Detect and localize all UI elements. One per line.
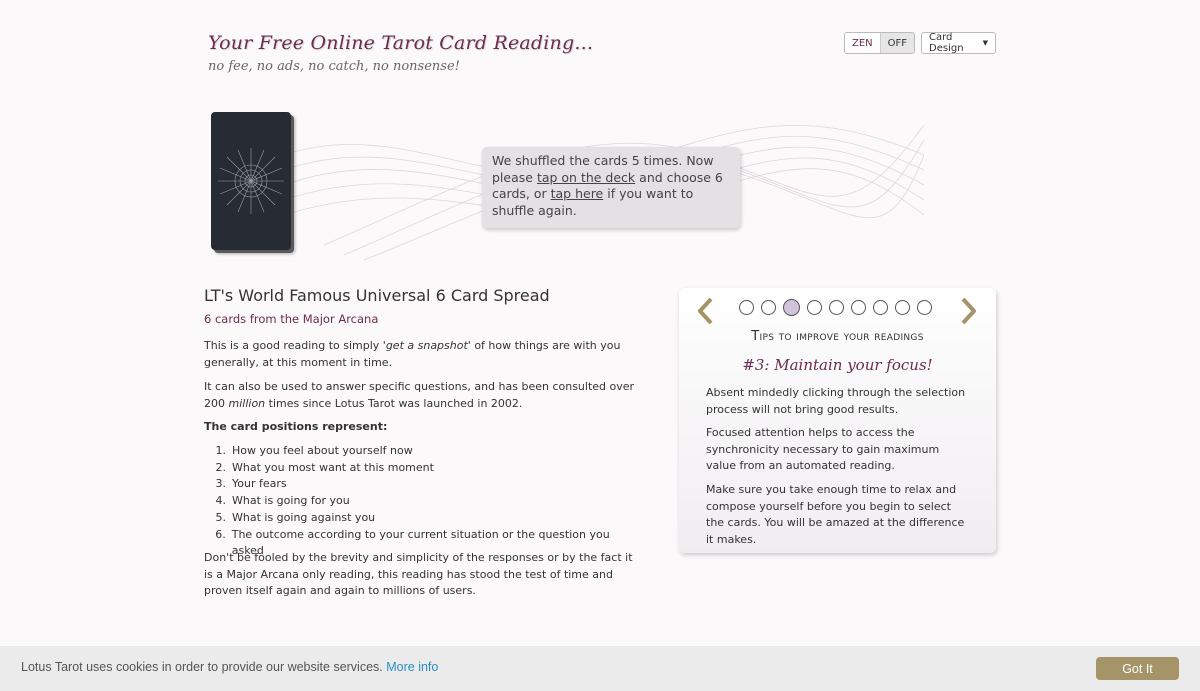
site-tagline: no fee, no ads, no catch, no nonsense! xyxy=(208,59,460,74)
carousel-dot[interactable] xyxy=(761,300,776,315)
item-text: What you most want at this moment xyxy=(232,460,434,474)
item-text: What is going against you xyxy=(232,510,376,524)
text: This is a good reading to simply xyxy=(204,339,383,352)
tips-heading: Tips to improve your readings xyxy=(751,329,924,344)
carousel-dot[interactable] xyxy=(829,300,844,315)
carousel-dot[interactable] xyxy=(851,300,866,315)
usage-paragraph: It can also be used to answer specific q… xyxy=(204,379,640,412)
tip-paragraph: Make sure you take enough time to relax … xyxy=(706,483,965,547)
positions-list: 1. How you feel about yourself now 2. What… xyxy=(204,443,640,560)
item-text: What is going for you xyxy=(232,494,350,508)
item-number: 5. xyxy=(215,510,227,524)
carousel-dot[interactable] xyxy=(917,300,932,315)
list-item: 1. How you feel about yourself now xyxy=(204,443,640,460)
cookie-message: Lotus Tarot uses cookies in order to pro… xyxy=(21,660,438,674)
item-number: 4. xyxy=(215,494,227,508)
zen-toggle[interactable]: ZEN OFF xyxy=(844,32,916,54)
emphasis: 'get a snapshot' xyxy=(382,339,471,352)
list-item: 5. What is going against you xyxy=(204,510,640,527)
item-number: 3. xyxy=(215,477,227,491)
carousel-dots xyxy=(739,299,932,316)
reshuffle-link[interactable]: tap here xyxy=(551,186,604,201)
item-text: How you feel about yourself now xyxy=(232,444,413,457)
sunburst-icon xyxy=(218,148,284,214)
text: times since Lotus Tarot was launched in … xyxy=(265,396,523,410)
tip-title: #3: Maintain your focus! xyxy=(742,356,933,374)
zen-label[interactable]: ZEN xyxy=(845,33,880,53)
carousel-dot[interactable] xyxy=(807,300,822,315)
cookie-banner: Lotus Tarot uses cookies in order to pro… xyxy=(0,646,1200,691)
list-item: 3. Your fears xyxy=(204,476,640,493)
item-text: Your fears xyxy=(232,477,287,491)
card-back[interactable] xyxy=(211,112,291,250)
card-design-dropdown[interactable]: Card Design ▼ xyxy=(921,32,996,54)
list-item: 2. What you most want at this moment xyxy=(204,460,640,477)
carousel-dot[interactable] xyxy=(739,300,754,315)
chevron-right-icon[interactable] xyxy=(959,296,979,326)
cookie-text: Lotus Tarot uses cookies in order to pro… xyxy=(21,660,383,674)
positions-heading: The card positions represent: xyxy=(204,420,388,433)
closing-paragraph: Don't be fooled by the brevity and simpl… xyxy=(204,551,633,598)
caret-down-icon: ▼ xyxy=(982,39,988,47)
carousel-dot-active[interactable] xyxy=(783,299,800,316)
tips-carousel: Tips to improve your readings #3: Mainta… xyxy=(679,288,996,553)
emphasis: million xyxy=(228,396,266,410)
shuffle-message: We shuffled the cards 5 times. Now pleas… xyxy=(482,147,740,228)
tarot-deck[interactable] xyxy=(211,112,295,254)
carousel-dot[interactable] xyxy=(895,300,910,315)
list-item: 4. What is going for you xyxy=(204,493,640,510)
page-container: Your Free Online Tarot Card Reading... n… xyxy=(204,0,996,691)
tap-deck-link[interactable]: tap on the deck xyxy=(537,170,635,185)
chevron-left-icon[interactable] xyxy=(695,296,715,326)
tip-paragraph: Absent mindedly clicking through the sel… xyxy=(706,386,966,416)
site-title[interactable]: Your Free Online Tarot Card Reading... xyxy=(208,32,593,54)
tip-paragraph: Focused attention helps to access the sy… xyxy=(706,426,940,473)
spread-subtitle: 6 cards from the Major Arcana xyxy=(204,312,379,326)
intro-paragraph: This is a good reading to simply 'get a … xyxy=(204,338,640,371)
card-design-label: Card Design xyxy=(929,32,964,54)
got-it-button[interactable]: Got It xyxy=(1096,657,1179,680)
zen-state[interactable]: OFF xyxy=(879,33,915,53)
spread-title: LT's World Famous Universal 6 Card Sprea… xyxy=(204,286,550,305)
item-number: 2. xyxy=(215,460,227,474)
item-number: 1. xyxy=(215,444,227,457)
more-info-link[interactable]: More info xyxy=(386,660,438,674)
carousel-dot[interactable] xyxy=(873,300,888,315)
